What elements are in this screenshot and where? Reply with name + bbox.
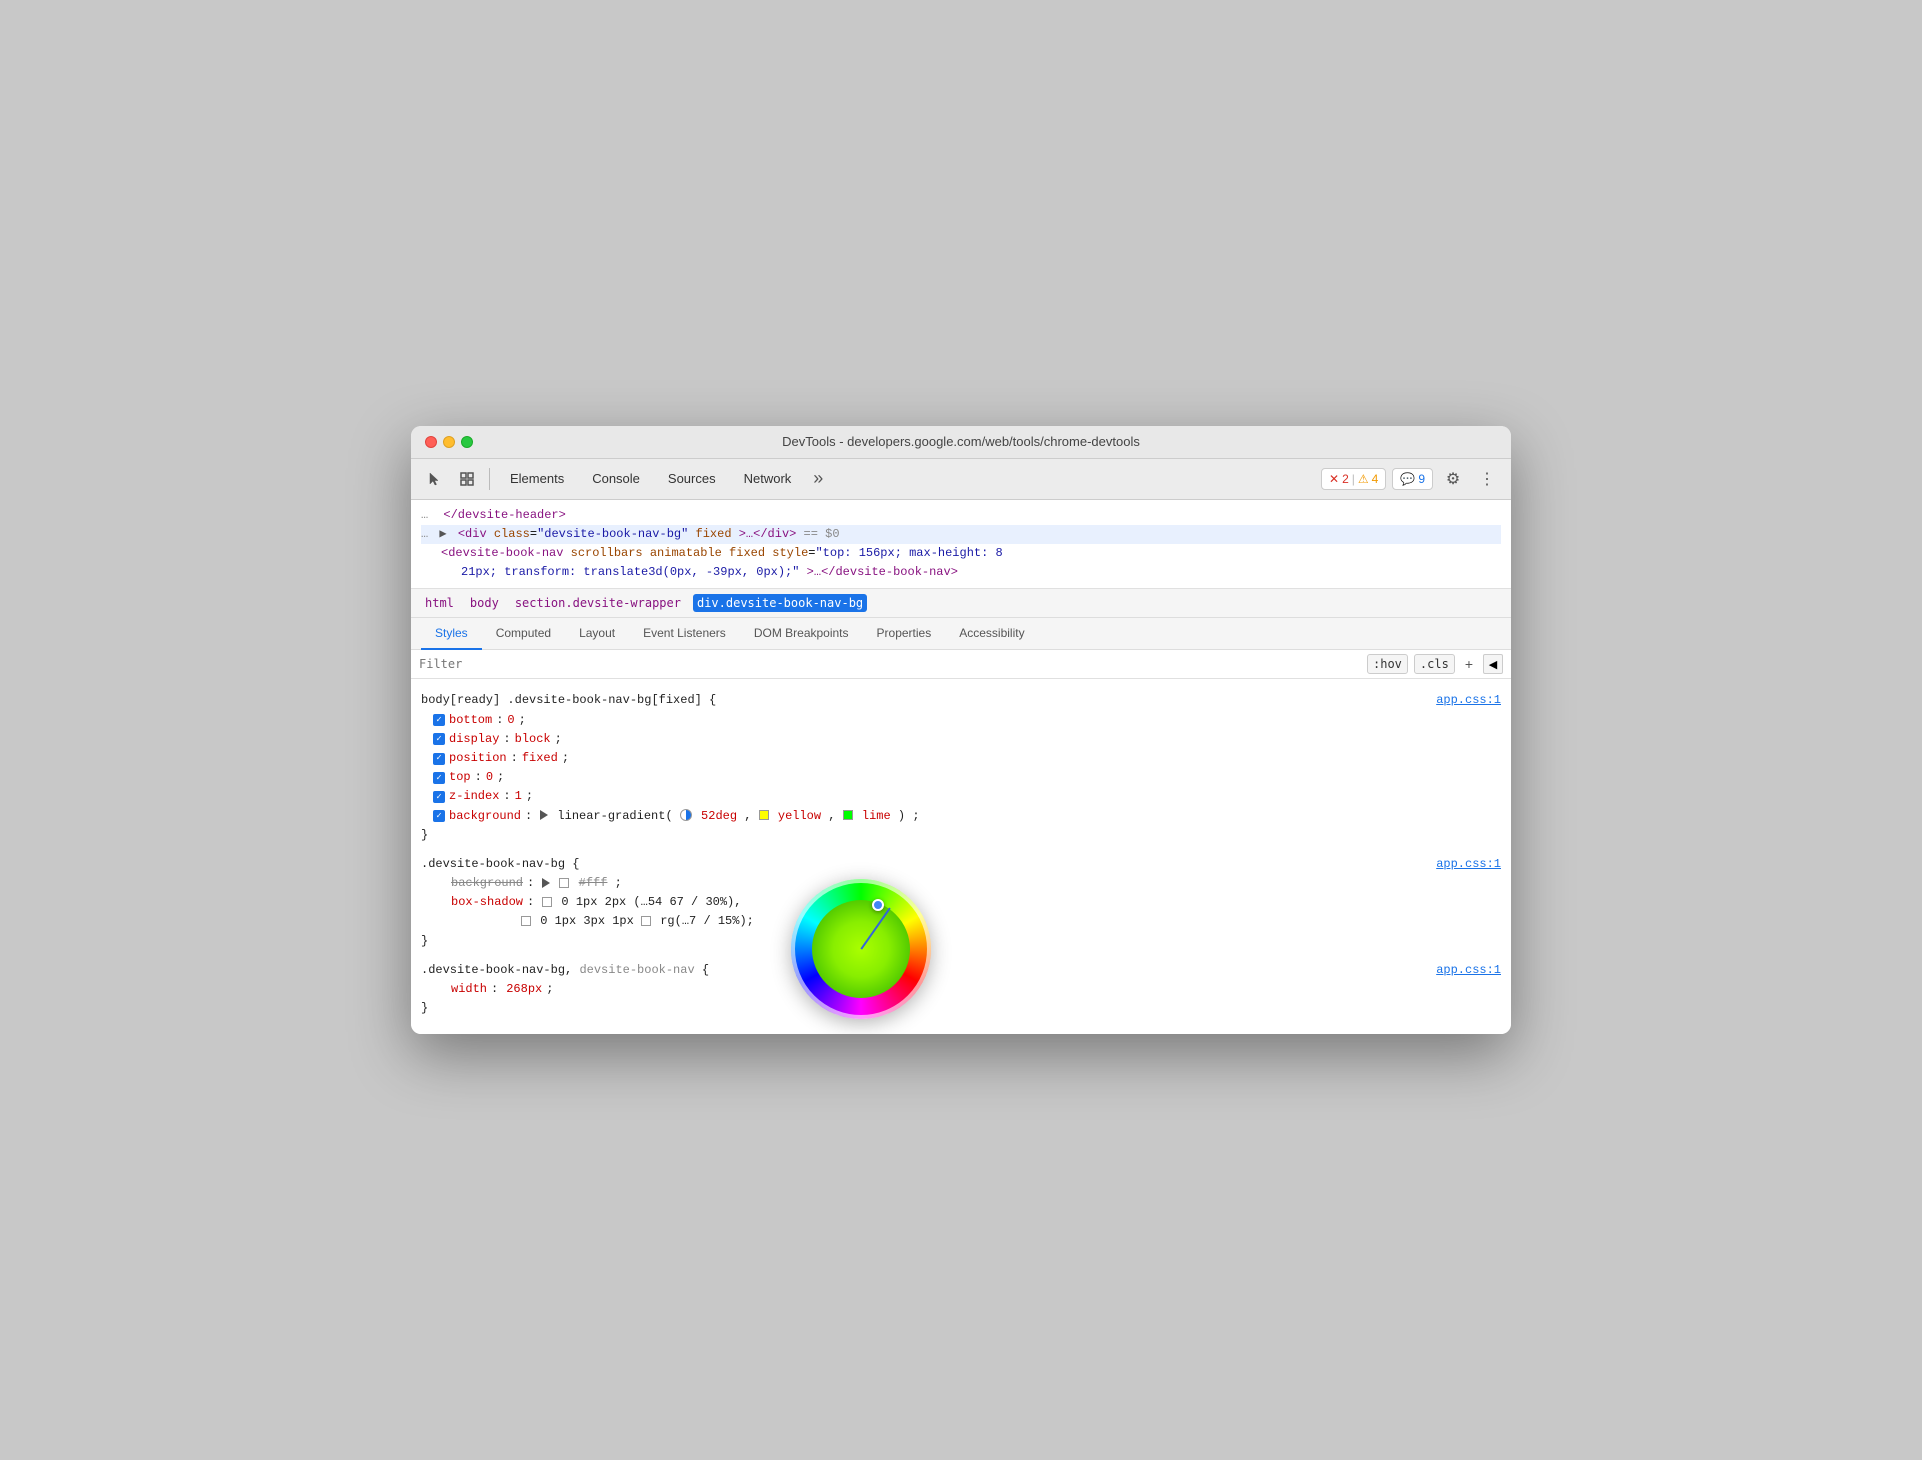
panel-tabs: Styles Computed Layout Event Listeners D… <box>411 618 1511 650</box>
dom-viewer: … </devsite-header> … ▶ <div class="devs… <box>411 500 1511 590</box>
tab-console[interactable]: Console <box>580 466 652 491</box>
settings-icon[interactable]: ⚙ <box>1439 465 1467 493</box>
dom-line-4: 21px; transform: translate3d(0px, -39px,… <box>421 563 1501 582</box>
color-wheel[interactable] <box>791 879 931 1019</box>
shadow2-swatch[interactable] <box>521 916 531 926</box>
css-prop-top: ✓ top : 0 ; <box>421 768 1501 787</box>
css-rule-1-header: body[ready] .devsite-book-nav-bg[fixed] … <box>421 691 1501 710</box>
css-source-3[interactable]: app.css:1 <box>1436 961 1501 980</box>
comment-icon: 💬 <box>1400 472 1415 486</box>
shadow1-swatch[interactable] <box>542 897 552 907</box>
cursor-icon[interactable] <box>421 465 449 493</box>
tab-layout[interactable]: Layout <box>565 618 629 650</box>
shadow3-swatch[interactable] <box>641 916 651 926</box>
separator <box>489 468 490 490</box>
error-badge-group[interactable]: ✕ 2 | ⚠ 4 <box>1321 468 1386 490</box>
css-source-2[interactable]: app.css:1 <box>1436 855 1501 874</box>
breadcrumb: html body section.devsite-wrapper div.de… <box>411 589 1511 618</box>
collapse-button[interactable]: ◀ <box>1483 654 1503 674</box>
error-count: 2 <box>1342 472 1349 486</box>
css-rule-1: body[ready] .devsite-book-nav-bg[fixed] … <box>421 691 1501 845</box>
dom-line-2[interactable]: … ▶ <div class="devsite-book-nav-bg" fix… <box>421 525 1501 544</box>
inspect-icon[interactable] <box>453 465 481 493</box>
more-options-icon[interactable]: ⋮ <box>1473 465 1501 493</box>
dom-line-3: <devsite-book-nav scrollbars animatable … <box>421 544 1501 563</box>
css-prop-position: ✓ position : fixed ; <box>421 749 1501 768</box>
color-picker-overlay[interactable] <box>791 879 931 1019</box>
css-selector-2[interactable]: .devsite-book-nav-bg { <box>421 857 579 871</box>
color-wheel-arm <box>860 908 891 950</box>
close-button[interactable] <box>425 436 437 448</box>
css-prop-bottom: ✓ bottom : 0 ; <box>421 711 1501 730</box>
fff-swatch[interactable] <box>559 878 569 888</box>
breadcrumb-body[interactable]: body <box>466 594 503 612</box>
info-badge-group[interactable]: 💬 9 <box>1392 468 1433 490</box>
tab-styles[interactable]: Styles <box>421 618 482 650</box>
css-rule-3: .devsite-book-nav-bg, devsite-book-nav {… <box>421 961 1501 1019</box>
prop-checkbox-display[interactable]: ✓ <box>433 733 445 745</box>
css-prop-boxshadow1: box-shadow : 0 1px 2px (…54 67 / 30%), <box>421 893 1501 912</box>
title-bar: DevTools - developers.google.com/web/too… <box>411 426 1511 459</box>
gradient-swatch[interactable] <box>680 809 692 821</box>
tab-computed[interactable]: Computed <box>482 618 565 650</box>
color-wheel-handle[interactable] <box>872 899 884 911</box>
window-title: DevTools - developers.google.com/web/too… <box>782 434 1140 449</box>
cls-button[interactable]: .cls <box>1414 654 1455 674</box>
css-rule-2-closing: } <box>421 932 1501 951</box>
devtools-window: DevTools - developers.google.com/web/too… <box>411 426 1511 1035</box>
error-icon: ✕ <box>1329 472 1339 486</box>
css-rule-3-header: .devsite-book-nav-bg, devsite-book-nav {… <box>421 961 1501 980</box>
prop-checkbox-background[interactable]: ✓ <box>433 810 445 822</box>
css-prop-background: ✓ background : linear-gradient( 52deg , … <box>421 807 1501 826</box>
css-selector-3[interactable]: .devsite-book-nav-bg, <box>421 963 579 977</box>
prop-checkbox-bottom[interactable]: ✓ <box>433 714 445 726</box>
css-source-1[interactable]: app.css:1 <box>1436 691 1501 710</box>
tab-sources[interactable]: Sources <box>656 466 728 491</box>
prop-checkbox-position[interactable]: ✓ <box>433 753 445 765</box>
add-style-button[interactable]: + <box>1461 656 1477 672</box>
hov-button[interactable]: :hov <box>1367 654 1408 674</box>
prop-checkbox-zindex[interactable]: ✓ <box>433 791 445 803</box>
css-prop-width: width : 268px ; <box>421 980 1501 999</box>
warning-count: 4 <box>1372 472 1379 486</box>
css-prop-zindex: ✓ z-index : 1 ; <box>421 787 1501 806</box>
css-selector-1[interactable]: body[ready] .devsite-book-nav-bg[fixed] … <box>421 693 716 707</box>
css-rule-3-closing: } <box>421 999 1501 1018</box>
tab-accessibility[interactable]: Accessibility <box>945 618 1038 650</box>
breadcrumb-div[interactable]: div.devsite-book-nav-bg <box>693 594 867 612</box>
prop-checkbox-top[interactable]: ✓ <box>433 772 445 784</box>
expand-triangle-icon[interactable] <box>540 810 548 820</box>
css-rule-2-header: .devsite-book-nav-bg { app.css:1 <box>421 855 1501 874</box>
css-rule-2: .devsite-book-nav-bg { app.css:1 backgro… <box>421 855 1501 951</box>
tab-elements[interactable]: Elements <box>498 466 576 491</box>
info-count: 9 <box>1418 472 1425 486</box>
filter-input[interactable] <box>419 657 1359 671</box>
filter-actions: :hov .cls + ◀ <box>1367 654 1503 674</box>
breadcrumb-section[interactable]: section.devsite-wrapper <box>511 594 685 612</box>
tab-network[interactable]: Network <box>732 466 804 491</box>
tab-properties[interactable]: Properties <box>863 618 946 650</box>
tab-dom-breakpoints[interactable]: DOM Breakpoints <box>740 618 863 650</box>
breadcrumb-html[interactable]: html <box>421 594 458 612</box>
css-prop-bg-fff: background : #fff ; <box>421 874 1501 893</box>
devtools-toolbar: Elements Console Sources Network » ✕ 2 |… <box>411 459 1511 500</box>
dom-line-1: … </devsite-header> <box>421 506 1501 525</box>
yellow-swatch[interactable] <box>759 810 769 820</box>
maximize-button[interactable] <box>461 436 473 448</box>
warning-icon: ⚠ <box>1358 472 1369 486</box>
more-tabs-button[interactable]: » <box>807 466 829 491</box>
toolbar-right: ✕ 2 | ⚠ 4 💬 9 ⚙ ⋮ <box>1321 465 1501 493</box>
minimize-button[interactable] <box>443 436 455 448</box>
styles-panel: body[ready] .devsite-book-nav-bg[fixed] … <box>411 679 1511 1034</box>
tab-event-listeners[interactable]: Event Listeners <box>629 618 740 650</box>
traffic-lights <box>425 436 473 448</box>
filter-bar: :hov .cls + ◀ <box>411 650 1511 679</box>
lime-swatch[interactable] <box>843 810 853 820</box>
css-prop-display: ✓ display : block ; <box>421 730 1501 749</box>
css-prop-boxshadow2: 0 1px 3px 1px rg(…7 / 15%); <box>421 912 1501 931</box>
css-rule-1-closing: } <box>421 826 1501 845</box>
bg-expand-icon[interactable] <box>542 878 550 888</box>
